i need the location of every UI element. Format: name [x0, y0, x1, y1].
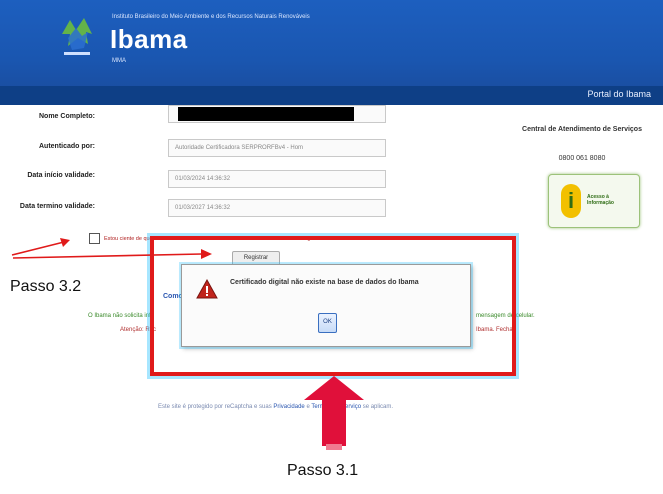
step-3-1-label: Passo 3.1 [287, 462, 359, 479]
big-up-arrow-icon [304, 376, 364, 450]
arrow-to-register-icon [12, 249, 212, 259]
step-3-2-label: Passo 3.2 [10, 278, 82, 295]
annotation-arrows [11, 238, 364, 450]
arrow-to-checkbox-icon [11, 238, 70, 256]
